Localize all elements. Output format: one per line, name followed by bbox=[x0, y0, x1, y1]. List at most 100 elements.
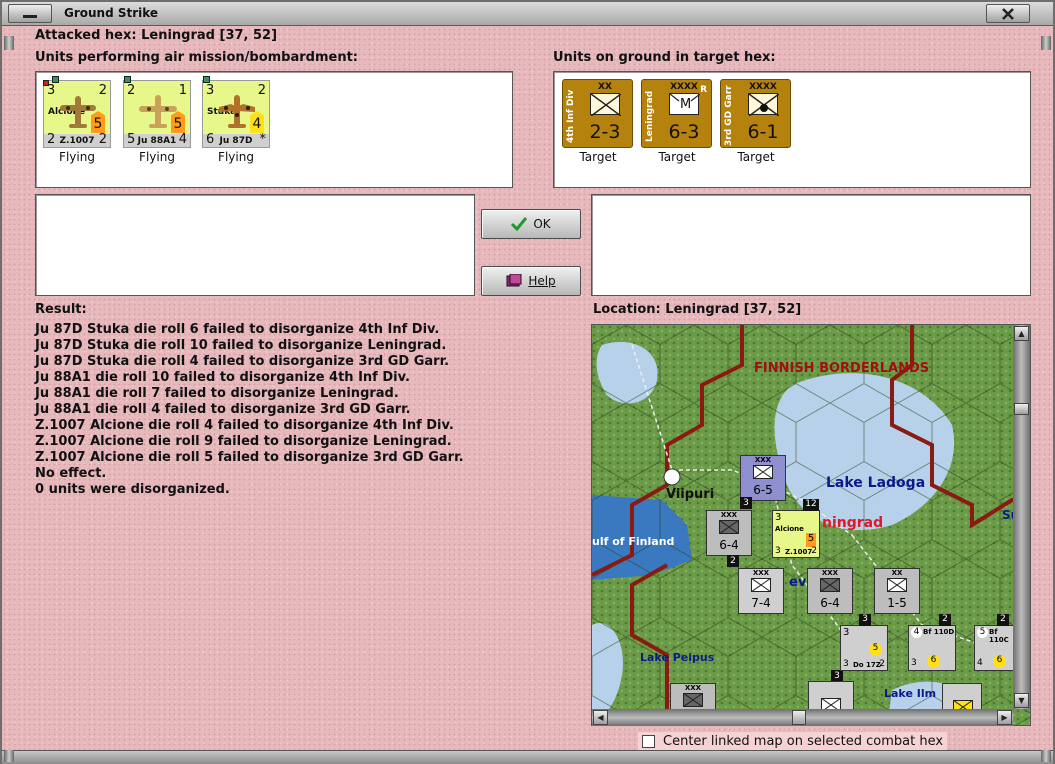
ground-units-heading: Units on ground in target hex: bbox=[553, 50, 776, 65]
scroll-right-button[interactable]: ▶ bbox=[997, 710, 1012, 725]
map-unit-strength: 1-5 bbox=[887, 596, 907, 610]
map-air-counter[interactable]: 4 Bf 110D 3 6 2 bbox=[908, 614, 956, 671]
map-unit-counter[interactable]: XX 1-5 bbox=[874, 568, 920, 614]
ground-units-list: 4th Inf Div XX 2-3 Target Leningrad XXXX… bbox=[553, 71, 1031, 188]
map-air-type: Do 17Z bbox=[853, 661, 881, 669]
result-log: Ju 87D Stuka die roll 6 failed to disorg… bbox=[35, 322, 575, 498]
ground-unit-card[interactable]: 3rd GD Garr XXXX 6-1 Target bbox=[720, 75, 792, 164]
map-unit-strength: 6-4 bbox=[719, 538, 739, 552]
scroll-down-button[interactable]: ▼ bbox=[1014, 693, 1029, 708]
map-air-type: Z.1007 bbox=[785, 548, 813, 556]
center-map-option[interactable]: Center linked map on selected combat hex bbox=[638, 732, 948, 750]
map-air-counter[interactable]: 5 Bf 110C 4 6 2 bbox=[974, 614, 1014, 671]
map-air-counter[interactable]: 3 Alcione 5 3 Z.1007 2 12 bbox=[772, 499, 820, 558]
air-unit-type: Ju 88A1 bbox=[137, 136, 177, 146]
map-unit-counter[interactable]: XXX 6-4 3 bbox=[706, 497, 752, 556]
help-button-label: Help bbox=[528, 274, 556, 288]
result-line: Ju 88A1 die roll 10 failed to disorganiz… bbox=[35, 370, 410, 385]
ground-unit-counter[interactable]: 4th Inf Div XX 2-3 bbox=[562, 79, 633, 148]
horizontal-scroll-thumb[interactable] bbox=[792, 710, 806, 725]
map-unit-counter[interactable]: XXX 7-4 2 bbox=[727, 555, 784, 614]
armor-symbol-icon bbox=[718, 519, 740, 535]
air-units-list: 3 2 2 2 Alcione 5 Z.1007 Flying 2 1 5 4 … bbox=[35, 71, 513, 188]
scroll-left-button[interactable]: ◀ bbox=[593, 710, 608, 725]
frame-rivet-icon bbox=[1041, 750, 1051, 762]
air-unit-type: Ju 87D bbox=[219, 136, 253, 146]
infantry-symbol-icon bbox=[752, 464, 774, 480]
title-bar[interactable]: Ground Strike bbox=[2, 2, 1053, 26]
air-unit-card[interactable]: 2 1 5 4 5 Ju 88A1 Flying bbox=[121, 75, 193, 164]
infantry-symbol-icon bbox=[886, 577, 908, 593]
air-unit-counter[interactable]: 3 2 6 * Stuka 4 Ju 87D bbox=[202, 76, 270, 148]
result-line: Ju 87D Stuka die roll 10 failed to disor… bbox=[35, 338, 447, 353]
center-map-checkbox[interactable] bbox=[642, 734, 655, 748]
map-air-counter[interactable]: 3 5 3 Do 17Z 2 3 bbox=[840, 614, 888, 671]
window-bottom-frame bbox=[2, 750, 1053, 764]
result-line: 0 units were disorganized. bbox=[35, 482, 230, 497]
ok-button[interactable]: OK bbox=[481, 209, 581, 239]
unit-size: XXXX bbox=[670, 82, 698, 92]
map-label-gulf: ulf of Finland bbox=[592, 535, 675, 548]
attacked-hex-coords: [37, 52] bbox=[219, 28, 278, 43]
stack-count-badge: 3 bbox=[740, 497, 752, 509]
air-attack-value: 3 bbox=[47, 83, 56, 98]
air-units-heading: Units performing air mission/bombardment… bbox=[35, 50, 359, 65]
scroll-up-button[interactable]: ▲ bbox=[1014, 326, 1029, 341]
air-unit-card[interactable]: 3 2 6 * Stuka 4 Ju 87D Flying bbox=[200, 75, 272, 164]
map-air-value: 3 bbox=[775, 546, 781, 556]
ground-unit-counter[interactable]: Leningrad XXXX R M 6-3 bbox=[641, 79, 712, 148]
map-unit-strength: 6-5 bbox=[753, 483, 773, 497]
frame-rivet-icon bbox=[1041, 36, 1051, 50]
center-map-label: Center linked map on selected combat hex bbox=[663, 733, 944, 749]
map-air-value: 4 bbox=[977, 658, 983, 668]
air-unit-card[interactable]: 3 2 2 2 Alcione 5 Z.1007 Flying bbox=[41, 75, 113, 164]
vertical-scroll-thumb[interactable] bbox=[1014, 403, 1029, 415]
air-defense-value: 1 bbox=[178, 83, 187, 98]
map-vertical-scrollbar[interactable]: ▲ ▼ bbox=[1013, 325, 1030, 709]
map-air-value: 2 bbox=[811, 546, 817, 556]
ground-strike-window: Ground Strike Attacked hex: Leningrad [3… bbox=[0, 0, 1055, 764]
map-unit-size: XXX bbox=[684, 684, 702, 692]
unit-designation: 4th Inf Div bbox=[566, 89, 576, 143]
map-air-value: 3 bbox=[843, 659, 849, 669]
armor-symbol-icon bbox=[682, 692, 704, 708]
map-unit-strength: 6-4 bbox=[820, 596, 840, 610]
air-unit-badge: 5 bbox=[171, 111, 185, 133]
unit-designation: 3rd GD Garr bbox=[724, 85, 734, 147]
map-air-badge: 5 bbox=[806, 533, 816, 547]
map-unit-counter[interactable]: XXX 6-5 bbox=[740, 455, 786, 501]
map-air-badge: 6 bbox=[993, 655, 1006, 668]
close-button[interactable] bbox=[986, 4, 1030, 23]
map-air-value: 3 bbox=[775, 512, 782, 523]
unit-designation: Leningrad bbox=[645, 90, 655, 142]
ground-unit-card[interactable]: Leningrad XXXX R M 6-3 Target bbox=[641, 75, 713, 164]
checkmark-icon bbox=[511, 217, 528, 231]
attacked-hex-heading: Attacked hex: Leningrad [37, 52] bbox=[35, 28, 277, 43]
minimize-icon bbox=[23, 14, 37, 18]
mission-indicator-icon bbox=[52, 76, 59, 83]
map-air-badge: 6 bbox=[927, 655, 940, 668]
unit-strength: 2-3 bbox=[589, 121, 621, 143]
air-unit-counter[interactable]: 3 2 2 2 Alcione 5 Z.1007 bbox=[43, 76, 111, 148]
map-label-region: FINNISH BORDERLANDS bbox=[754, 361, 930, 376]
ground-unit-status: Target bbox=[579, 150, 617, 164]
result-line: Z.1007 Alcione die roll 5 failed to diso… bbox=[35, 450, 464, 465]
result-line: No effect. bbox=[35, 466, 107, 481]
map-air-name: Alcione bbox=[775, 525, 804, 533]
help-book-icon bbox=[506, 274, 522, 287]
ground-unit-counter[interactable]: 3rd GD Garr XXXX 6-1 bbox=[720, 79, 791, 148]
garrison-symbol-icon bbox=[748, 93, 780, 117]
map-label-lake-ladoga: Lake Ladoga bbox=[826, 475, 926, 491]
result-line: Ju 88A1 die roll 4 failed to disorganize… bbox=[35, 402, 411, 417]
minimize-button[interactable] bbox=[8, 4, 52, 23]
help-button[interactable]: Help bbox=[481, 266, 581, 296]
air-unit-counter[interactable]: 2 1 5 4 5 Ju 88A1 bbox=[123, 76, 191, 148]
attacked-hex-label: Attacked hex: bbox=[35, 28, 137, 43]
air-defense-value: 2 bbox=[257, 83, 266, 98]
air-details-panel bbox=[35, 194, 475, 296]
map-unit-counter[interactable]: XXX 6-4 bbox=[807, 568, 853, 614]
map-horizontal-scrollbar[interactable]: ◀ ▶ bbox=[592, 709, 1013, 726]
ground-unit-card[interactable]: 4th Inf Div XX 2-3 Target bbox=[562, 75, 634, 164]
map-air-badge: 5 bbox=[869, 643, 882, 656]
linked-map[interactable]: FINNISH BORDERLANDS Lake Ladoga Viipuri … bbox=[591, 324, 1031, 726]
